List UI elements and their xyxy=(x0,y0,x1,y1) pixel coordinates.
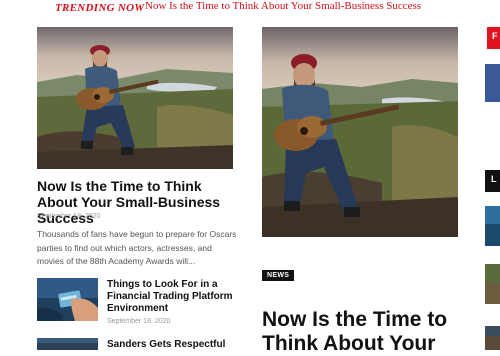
sidebar-red-tag: F xyxy=(487,27,500,49)
list-item-title[interactable]: Things to Look For in a Financial Tradin… xyxy=(107,279,237,315)
sidebar-thumb-3[interactable] xyxy=(485,326,500,350)
second-article-title[interactable]: Now Is the Time to Think About Your xyxy=(262,308,462,356)
featured-article-image[interactable] xyxy=(37,27,233,169)
list-item-date: September 18, 2020 xyxy=(107,318,171,325)
list-item-thumbnail-2[interactable] xyxy=(37,338,98,350)
list-item-thumbnail[interactable] xyxy=(37,278,98,321)
trending-ticker: TRENDING NOW Now Is the Time to Think Ab… xyxy=(0,0,500,18)
sidebar-red-tag-letter: F xyxy=(492,31,498,41)
featured-article-excerpt: Thousands of fans have begun to prepare … xyxy=(37,229,237,266)
list-item-title-2[interactable]: Sanders Gets Respectful xyxy=(107,339,237,351)
featured-article-date: September 18, 2020 xyxy=(37,213,101,220)
social-facebook-block[interactable] xyxy=(485,64,500,102)
sidebar-thumb-1[interactable] xyxy=(485,206,500,246)
sidebar-thumb-2[interactable] xyxy=(485,264,500,304)
second-article-image[interactable] xyxy=(262,27,458,237)
sidebar-black-tag: L xyxy=(485,170,500,192)
sidebar-black-tag-letter: L xyxy=(491,174,497,184)
category-badge[interactable]: NEWS xyxy=(262,270,295,281)
trending-label: TRENDING NOW xyxy=(55,2,145,14)
trending-headline-link[interactable]: Now Is the Time to Think About Your Smal… xyxy=(145,0,421,12)
